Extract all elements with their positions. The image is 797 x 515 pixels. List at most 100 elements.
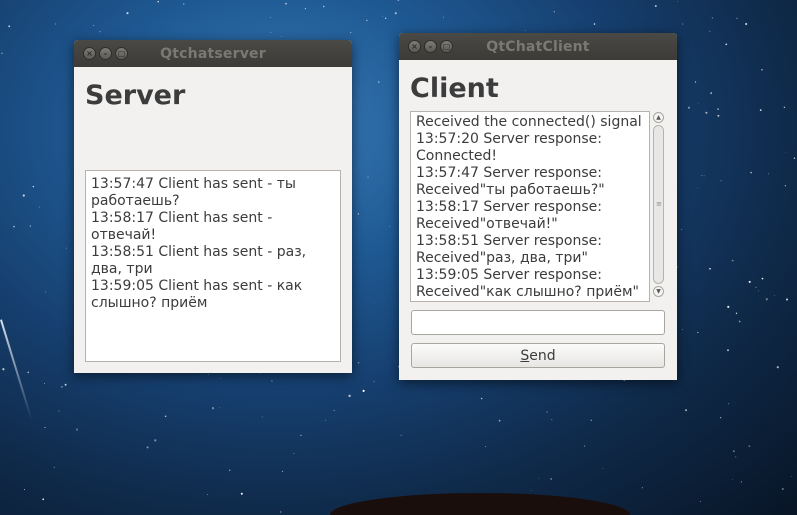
star [208,374,209,375]
star [99,31,101,33]
star [388,225,390,227]
star [551,419,553,421]
log-line: 13:58:17 Server response: Received"отвеч… [416,199,607,232]
star [300,434,302,436]
minimize-icon[interactable]: – [424,40,437,53]
star [2,368,5,371]
star [228,469,231,472]
star [698,103,699,105]
scroll-down-icon[interactable]: ▼ [653,286,664,297]
star [654,5,657,7]
star [727,349,729,352]
star [58,410,60,412]
star [258,372,260,374]
star [720,417,722,419]
maximize-icon[interactable]: □ [115,47,128,60]
star [550,478,552,480]
star [748,445,751,448]
star [27,371,30,374]
star [773,295,775,297]
star [357,362,360,364]
star [768,173,770,175]
maximize-icon[interactable]: □ [440,40,453,53]
star [333,409,335,411]
star [42,498,45,501]
star [126,12,129,15]
star [684,409,688,412]
star [164,415,167,418]
star [593,23,596,25]
star [45,291,46,293]
server-log[interactable]: 13:57:47 Client has sent - ты работаешь?… [85,170,341,362]
star [322,5,325,8]
star [29,225,31,227]
star [783,106,786,109]
star [736,17,738,19]
star [709,267,711,270]
log-line: 13:58:17 Client has sent - отвечай! [91,210,277,243]
star [728,403,730,405]
log-line: 13:58:51 Server response: Received"раз, … [416,233,607,266]
star [23,489,25,490]
star [350,32,352,34]
star [703,175,705,177]
minimize-icon[interactable]: – [99,47,112,60]
star [701,175,703,177]
star [776,366,779,369]
star [271,380,273,382]
star [745,22,748,26]
star [146,446,149,449]
star [727,305,730,309]
scroll-up-icon[interactable]: ▲ [653,112,664,123]
star [711,17,713,19]
star [784,185,787,187]
star [732,479,733,480]
star [735,456,737,458]
close-icon[interactable]: × [408,40,421,53]
star [325,419,327,421]
client-log-scrollbar[interactable]: ▲ ≡ ▼ [652,112,665,301]
star [738,320,741,323]
star [270,31,272,34]
star [731,259,734,262]
star [378,81,380,83]
star [725,43,728,46]
star [282,470,284,472]
star [220,378,222,379]
client-titlebar[interactable]: × – □ QtChatClient [399,33,677,60]
scrollbar-thumb[interactable]: ≡ [653,125,664,284]
star [285,2,287,5]
star [498,419,501,422]
star [602,468,604,470]
send-button[interactable]: Send [411,343,665,368]
log-line: Received the connected() signal [416,114,642,130]
star [717,108,719,110]
star [641,487,644,489]
star [758,290,759,292]
star [362,389,365,392]
client-heading: Client [410,73,499,104]
star [75,428,79,431]
star [367,176,369,178]
server-titlebar[interactable]: × – □ Qtchatserver [74,40,352,67]
message-input[interactable] [411,310,665,335]
star [53,466,55,468]
star [697,331,699,334]
star [785,298,789,301]
client-log[interactable]: Received the connected() signal 13:57:20… [410,111,650,302]
star [397,0,400,1]
scroll-grip-icon: ≡ [656,200,662,208]
star [39,206,41,208]
star [531,490,532,491]
star [183,3,185,5]
star [740,481,742,483]
send-label: end [529,347,556,364]
client-window: × – □ QtChatClient Client Received the c… [399,33,677,380]
close-icon[interactable]: × [83,47,96,60]
star [207,494,208,496]
star [373,381,375,383]
star [755,286,757,288]
star [761,68,763,71]
star [677,1,679,2]
star [281,36,283,37]
